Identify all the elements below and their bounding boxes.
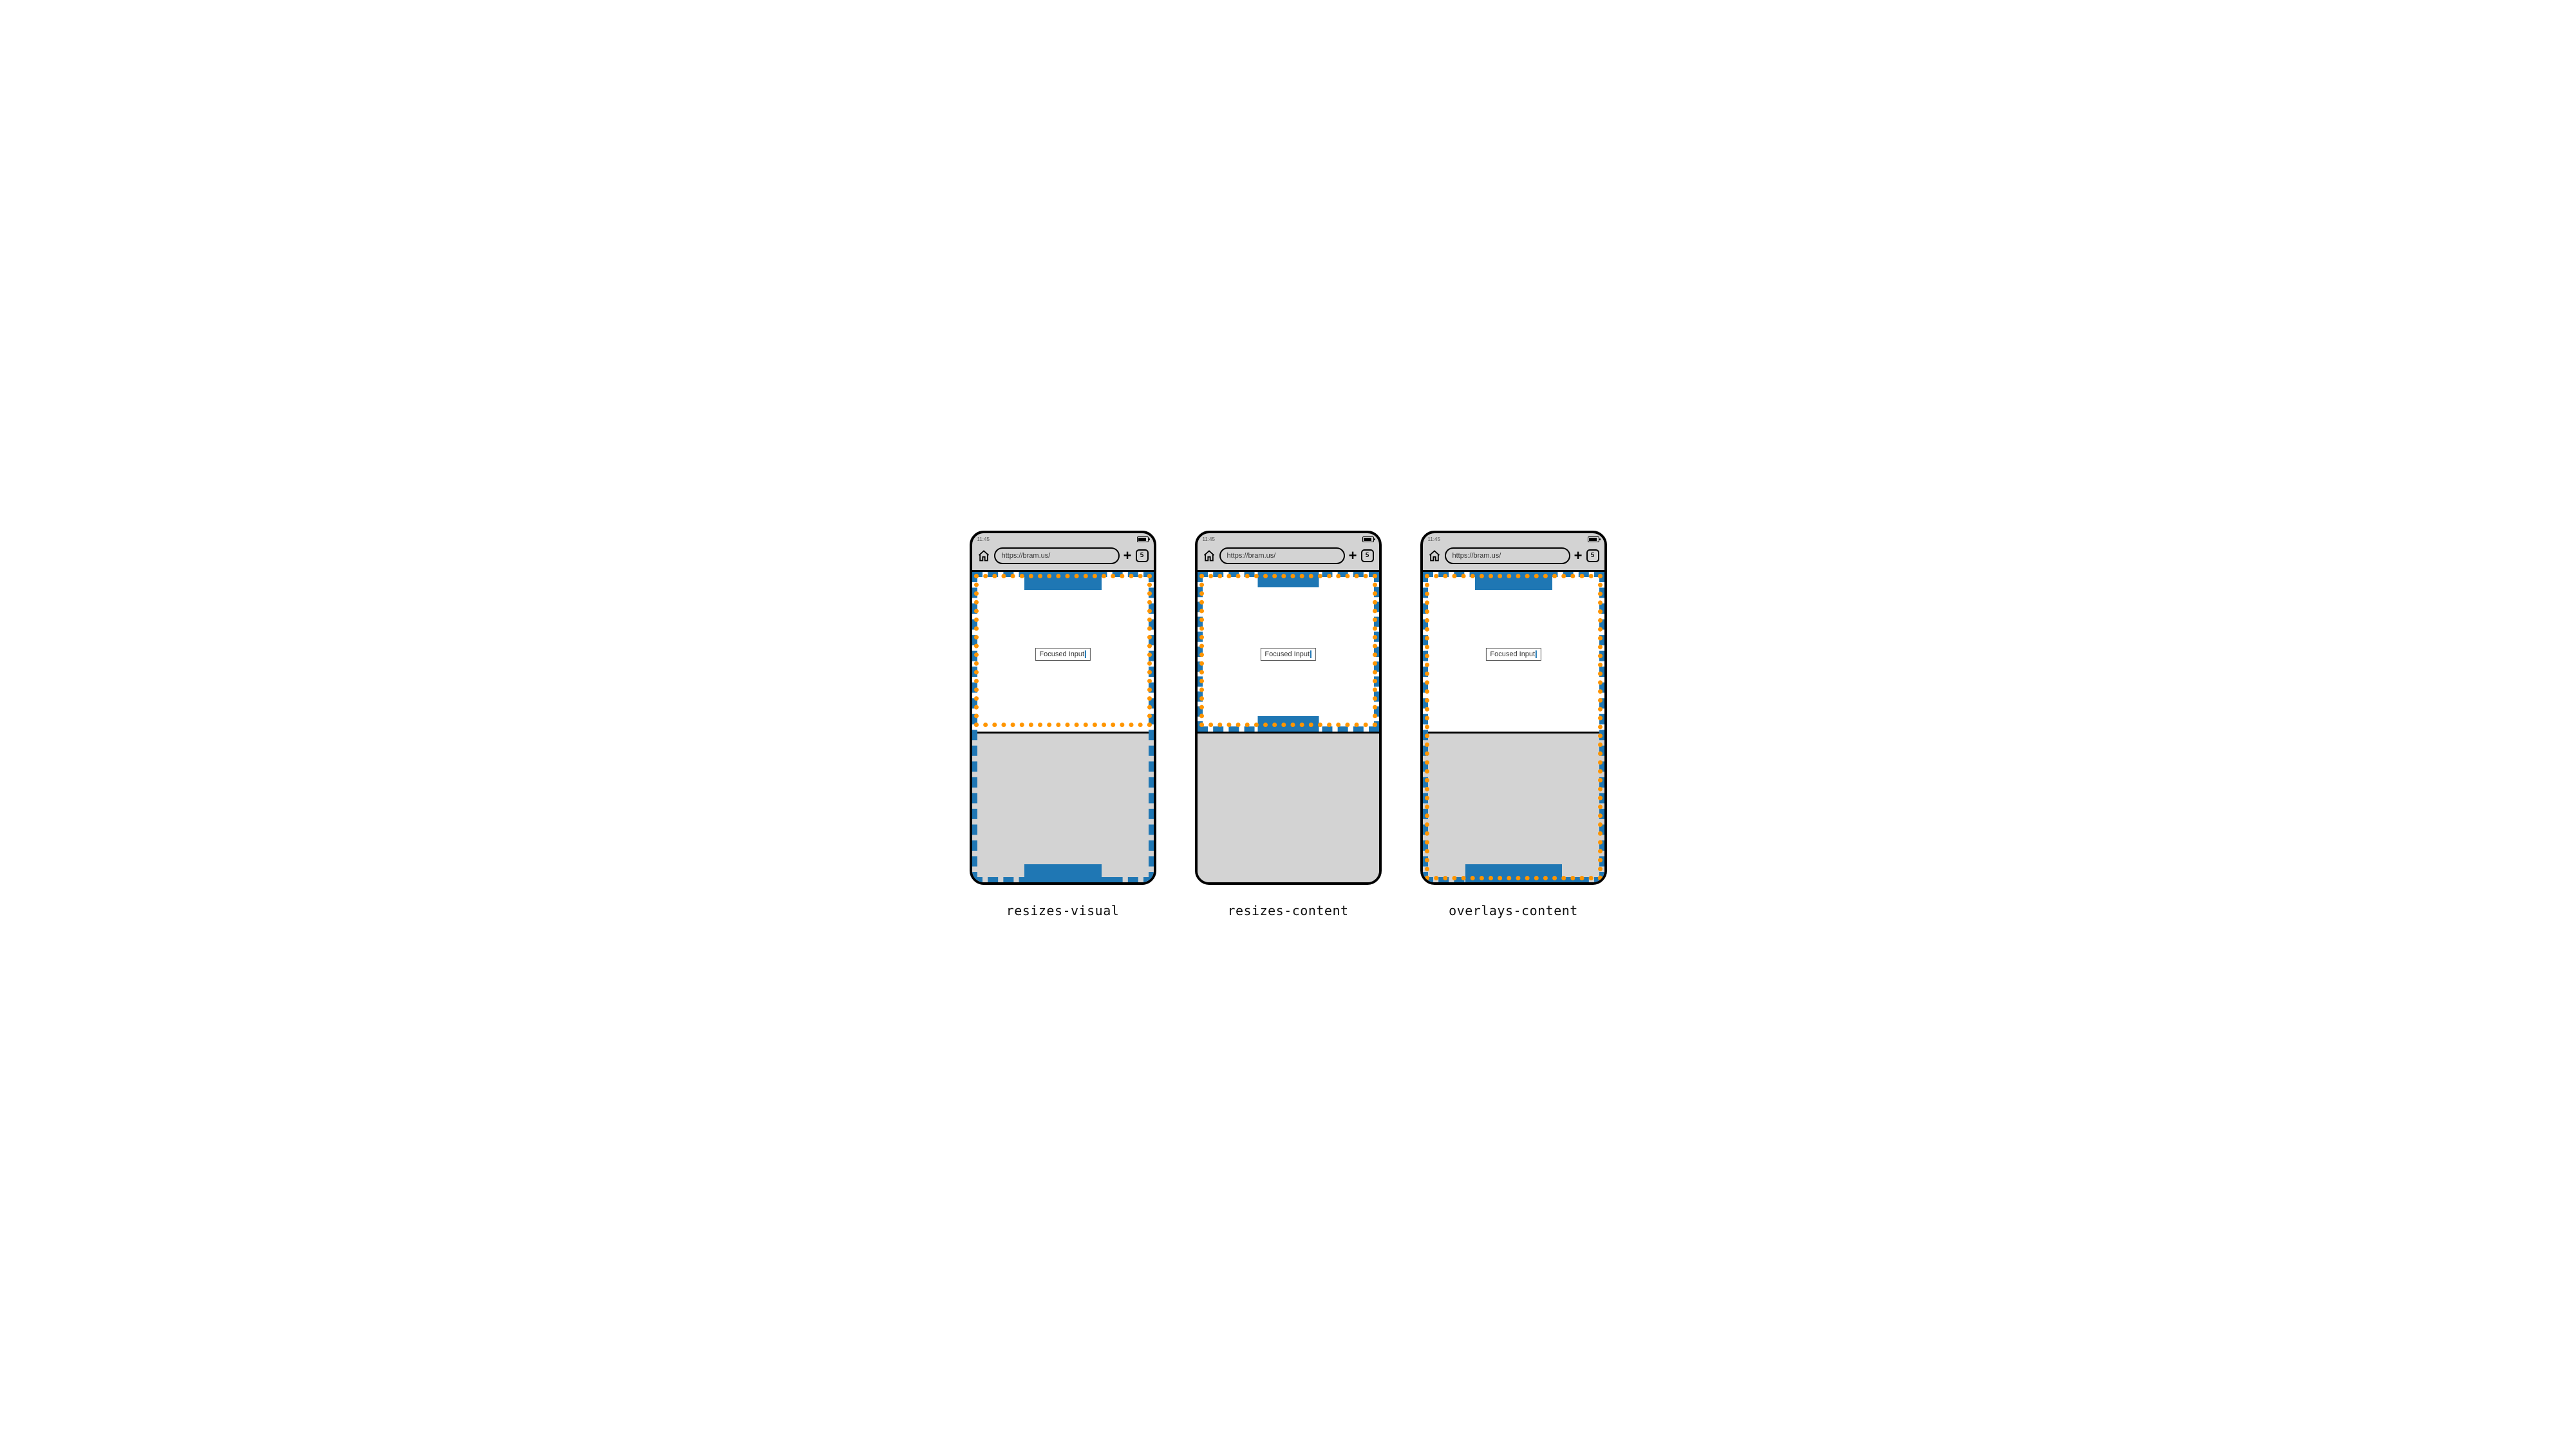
text-caret [1085,650,1086,658]
home-icon[interactable] [1203,549,1216,562]
battery-icon [1137,536,1149,542]
focused-input[interactable]: Focused Input [1485,648,1541,661]
new-tab-icon[interactable]: + [1349,549,1357,563]
fixed-strip [1095,877,1120,882]
status-bar: 11:45 [1423,533,1604,545]
panel-overlays-content: 11:45 https://bram.us/ + 5 [1420,531,1607,918]
focused-input-label: Focused Input [1039,650,1084,658]
fixed-bottom-element [1024,864,1102,882]
battery-icon [1588,536,1599,542]
browser-toolbar: https://bram.us/ + 5 [1423,545,1604,572]
url-bar[interactable]: https://bram.us/ [994,547,1120,564]
tab-count-button[interactable]: 5 [1136,549,1149,562]
home-icon[interactable] [1428,549,1441,562]
url-text: https://bram.us/ [1002,552,1051,560]
new-tab-icon[interactable]: + [1574,549,1583,563]
screen-area: Focused Input [1423,572,1604,882]
panel-caption: resizes-content [1227,903,1348,918]
browser-toolbar: https://bram.us/ + 5 [972,545,1154,572]
url-text: https://bram.us/ [1453,552,1501,560]
battery-icon [1362,536,1374,542]
new-tab-icon[interactable]: + [1123,549,1132,563]
focused-input[interactable]: Focused Input [1035,648,1090,661]
status-time: 11:45 [1203,536,1215,542]
status-time: 11:45 [1428,536,1440,542]
url-text: https://bram.us/ [1227,552,1276,560]
phone-frame: 11:45 https://bram.us/ + 5 [970,531,1156,885]
phone-frame: 11:45 https://bram.us/ + 5 [1420,531,1607,885]
focused-input[interactable]: Focused Input [1260,648,1315,661]
focused-input-label: Focused Input [1264,650,1310,658]
visual-viewport-outline [1425,574,1603,880]
tab-count-button[interactable]: 5 [1361,549,1374,562]
panel-resizes-content: 11:45 https://bram.us/ + 5 [1195,531,1382,918]
panel-caption: overlays-content [1449,903,1578,918]
screen-area: Focused Input [972,572,1154,882]
status-time: 11:45 [977,536,990,542]
status-bar: 11:45 [1198,533,1379,545]
panel-caption: resizes-visual [1006,903,1120,918]
focused-input-label: Focused Input [1490,650,1535,658]
url-bar[interactable]: https://bram.us/ [1219,547,1345,564]
virtual-keyboard [1198,732,1379,882]
phone-frame: 11:45 https://bram.us/ + 5 [1195,531,1382,885]
tab-count-button[interactable]: 5 [1586,549,1599,562]
url-bar[interactable]: https://bram.us/ [1445,547,1570,564]
text-caret [1310,650,1312,658]
status-bar: 11:45 [972,533,1154,545]
home-icon[interactable] [977,549,990,562]
panel-resizes-visual: 11:45 https://bram.us/ + 5 [970,531,1156,918]
screen-area: Focused Input [1198,572,1379,882]
text-caret [1536,650,1537,658]
browser-toolbar: https://bram.us/ + 5 [1198,545,1379,572]
diagram-stage: 11:45 https://bram.us/ + 5 [970,531,1607,918]
